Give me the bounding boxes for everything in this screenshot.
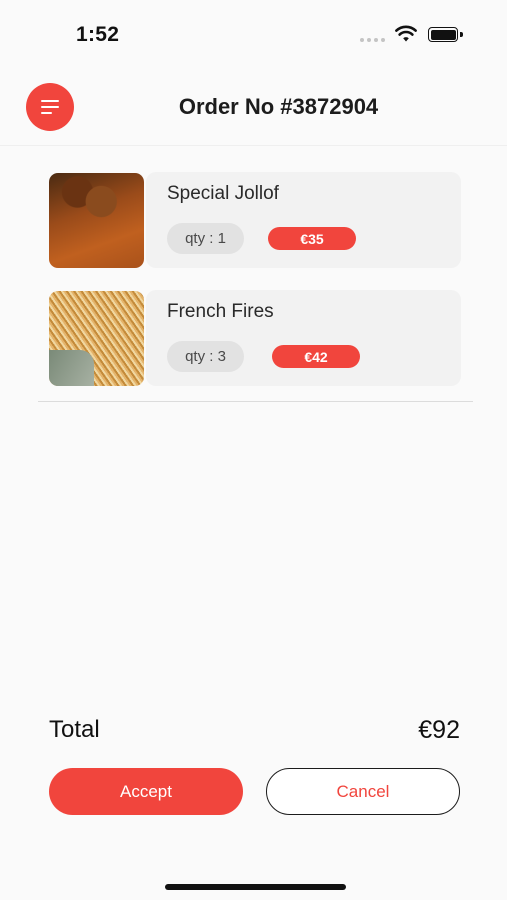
qty-badge: qty : 1: [167, 223, 244, 254]
order-item-list: Special Jollof qty : 1 €35 French Fires …: [38, 172, 473, 408]
item-image-fries: [49, 291, 144, 386]
cellular-signal-icon: [360, 38, 385, 42]
battery-icon: [428, 27, 458, 42]
qty-badge: qty : 3: [167, 341, 244, 372]
order-item[interactable]: Special Jollof qty : 1 €35: [38, 172, 473, 268]
home-indicator[interactable]: [165, 884, 346, 890]
page-title: Order No #3872904: [178, 94, 379, 119]
order-screen: 1:52 Order No #3872904 Special Jollof qt…: [0, 0, 507, 900]
cancel-button[interactable]: Cancel: [266, 768, 460, 815]
price-badge: €35: [268, 227, 356, 250]
item-image-jollof: [49, 173, 144, 268]
wifi-icon: [395, 25, 417, 42]
divider: [38, 401, 473, 402]
order-item[interactable]: French Fires qty : 3 €42: [38, 290, 473, 386]
status-time: 1:52: [76, 23, 120, 46]
accept-button[interactable]: Accept: [49, 768, 243, 815]
item-name: French Fires: [167, 301, 274, 322]
total-value: €92: [418, 716, 460, 744]
total-label: Total: [49, 716, 100, 743]
status-bar: 1:52: [0, 0, 507, 70]
item-name: Special Jollof: [167, 183, 279, 204]
header: Order No #3872904: [0, 70, 507, 146]
battery-cap: [460, 32, 463, 37]
price-badge: €42: [272, 345, 360, 368]
